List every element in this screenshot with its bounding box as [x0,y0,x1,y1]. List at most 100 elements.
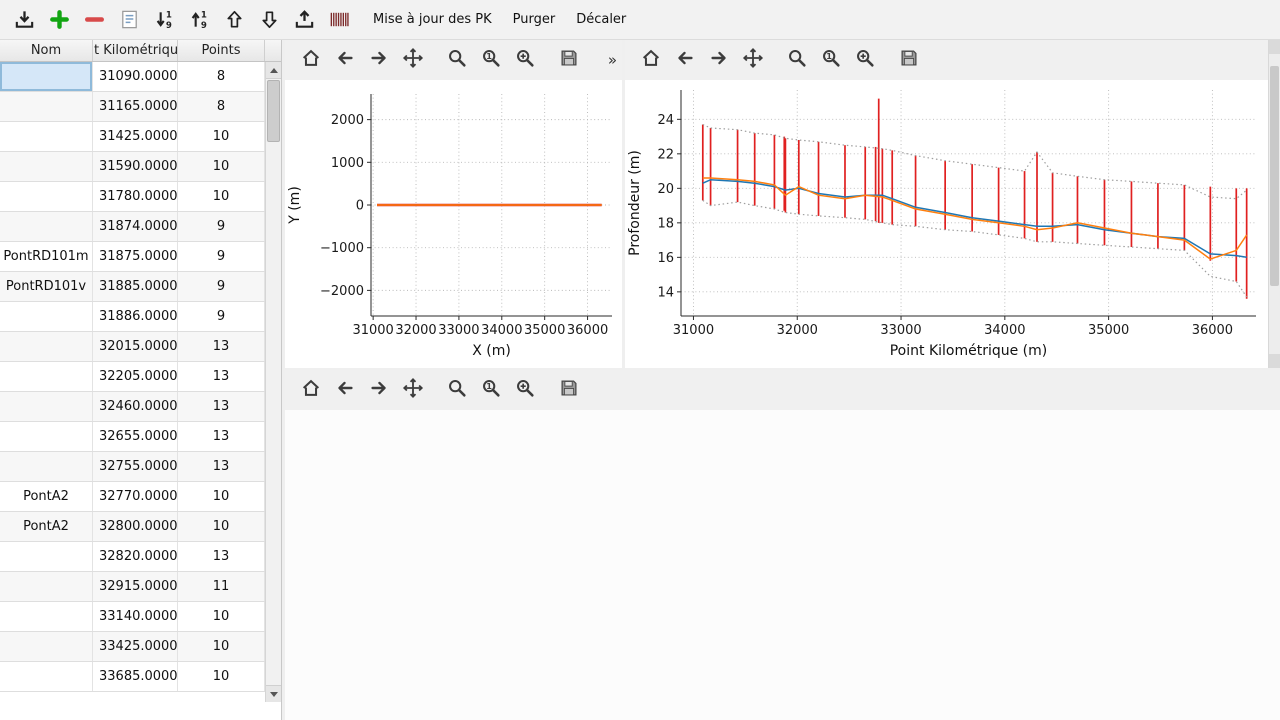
cell-pk[interactable]: 31090.0000 [93,62,178,91]
table-scrollbar[interactable] [265,62,281,702]
plots-scroll-up-button[interactable] [1269,40,1280,54]
cell-points[interactable]: 11 [178,572,265,601]
cell-points[interactable]: 10 [178,152,265,181]
zoom-one-button[interactable]: 1 [819,48,843,72]
cell-points[interactable]: 10 [178,512,265,541]
cell-pk[interactable]: 33685.0000 [93,662,178,691]
zoom-one-button[interactable]: 1 [479,378,503,402]
back-button[interactable] [333,378,357,402]
cell-pk[interactable]: 32755.0000 [93,452,178,481]
cell-points[interactable]: 13 [178,392,265,421]
cell-nom[interactable] [0,572,93,601]
move-button[interactable] [401,48,425,72]
cell-nom[interactable] [0,302,93,331]
table-row[interactable]: 32655.000013 [0,422,265,452]
table-scrollbar-thumb[interactable] [267,80,280,142]
cell-pk[interactable]: 33140.0000 [93,602,178,631]
cell-points[interactable]: 13 [178,422,265,451]
cell-nom[interactable] [0,632,93,661]
cell-nom[interactable] [0,422,93,451]
cell-nom[interactable] [0,332,93,361]
table-row[interactable]: 31590.000010 [0,152,265,182]
move-up-button[interactable] [218,5,250,35]
move-down-button[interactable] [253,5,285,35]
purger-button[interactable]: Purger [504,8,565,31]
table-row[interactable]: 32460.000013 [0,392,265,422]
zoom-button[interactable] [445,378,469,402]
cell-points[interactable]: 10 [178,182,265,211]
cell-nom[interactable]: PontRD101m [0,242,93,271]
sort-ascending-button[interactable]: 19 [148,5,180,35]
cell-points[interactable]: 9 [178,272,265,301]
cell-pk[interactable]: 32800.0000 [93,512,178,541]
table-row[interactable]: PontA232770.000010 [0,482,265,512]
column-header-nom[interactable]: Nom [0,40,93,61]
cell-pk[interactable]: 31875.0000 [93,242,178,271]
zoom-button[interactable] [445,48,469,72]
plots-scrollbar-thumb[interactable] [1270,66,1279,286]
profile-plot-canvas[interactable]: 3100032000330003400035000360001416182022… [625,80,1268,368]
back-button[interactable] [333,48,357,72]
remove-row-button[interactable] [78,5,110,35]
cell-nom[interactable] [0,92,93,121]
cell-pk[interactable]: 31425.0000 [93,122,178,151]
cell-pk[interactable]: 32655.0000 [93,422,178,451]
cell-nom[interactable] [0,452,93,481]
cell-pk[interactable]: 31165.0000 [93,92,178,121]
cell-points[interactable]: 13 [178,332,265,361]
table-row[interactable]: PontA232800.000010 [0,512,265,542]
table-row[interactable]: 32755.000013 [0,452,265,482]
cell-pk[interactable]: 31874.0000 [93,212,178,241]
cell-points[interactable]: 8 [178,92,265,121]
cell-points[interactable]: 13 [178,362,265,391]
table-row[interactable]: PontRD101v31885.00009 [0,272,265,302]
table-row[interactable]: 32015.000013 [0,332,265,362]
save-button[interactable] [897,48,921,72]
cell-nom[interactable]: PontA2 [0,512,93,541]
cell-nom[interactable] [0,62,93,91]
cell-points[interactable]: 13 [178,452,265,481]
zoom-plus-button[interactable] [513,378,537,402]
scroll-up-button[interactable] [266,62,281,79]
save-button[interactable] [557,378,581,402]
plots-scroll-down-button[interactable] [1269,354,1280,368]
home-button[interactable] [299,48,323,72]
cell-pk[interactable]: 31885.0000 [93,272,178,301]
cell-nom[interactable]: PontRD101v [0,272,93,301]
cell-points[interactable]: 10 [178,632,265,661]
back-button[interactable] [673,48,697,72]
cell-points[interactable]: 10 [178,662,265,691]
zoom-plus-button[interactable] [513,48,537,72]
zoom-one-button[interactable]: 1 [479,48,503,72]
update-pk-button[interactable]: Mise à jour des PK [364,8,501,31]
cell-nom[interactable] [0,542,93,571]
cell-nom[interactable] [0,602,93,631]
export-button[interactable] [288,5,320,35]
cell-nom[interactable] [0,182,93,211]
table-row[interactable]: 31874.00009 [0,212,265,242]
toolbar-overflow-button[interactable]: » [608,51,617,69]
table-row[interactable]: 32205.000013 [0,362,265,392]
table-row[interactable]: 31425.000010 [0,122,265,152]
column-header-points[interactable]: Points [178,40,265,61]
scroll-down-button[interactable] [266,685,281,702]
decaler-button[interactable]: Décaler [567,8,635,31]
cell-pk[interactable]: 32915.0000 [93,572,178,601]
cell-nom[interactable] [0,362,93,391]
column-header-pk[interactable]: t Kilométrique [93,40,178,61]
cell-points[interactable]: 10 [178,122,265,151]
cell-nom[interactable] [0,662,93,691]
home-button[interactable] [299,378,323,402]
cell-pk[interactable]: 31590.0000 [93,152,178,181]
cell-points[interactable]: 13 [178,542,265,571]
edit-points-button[interactable] [113,5,145,35]
cell-pk[interactable]: 32205.0000 [93,362,178,391]
cell-points[interactable]: 10 [178,602,265,631]
table-row[interactable]: 33425.000010 [0,632,265,662]
table-row[interactable]: 31886.00009 [0,302,265,332]
import-button[interactable] [8,5,40,35]
home-button[interactable] [639,48,663,72]
zoom-plus-button[interactable] [853,48,877,72]
plots-scrollbar[interactable] [1268,40,1280,368]
cell-nom[interactable] [0,212,93,241]
